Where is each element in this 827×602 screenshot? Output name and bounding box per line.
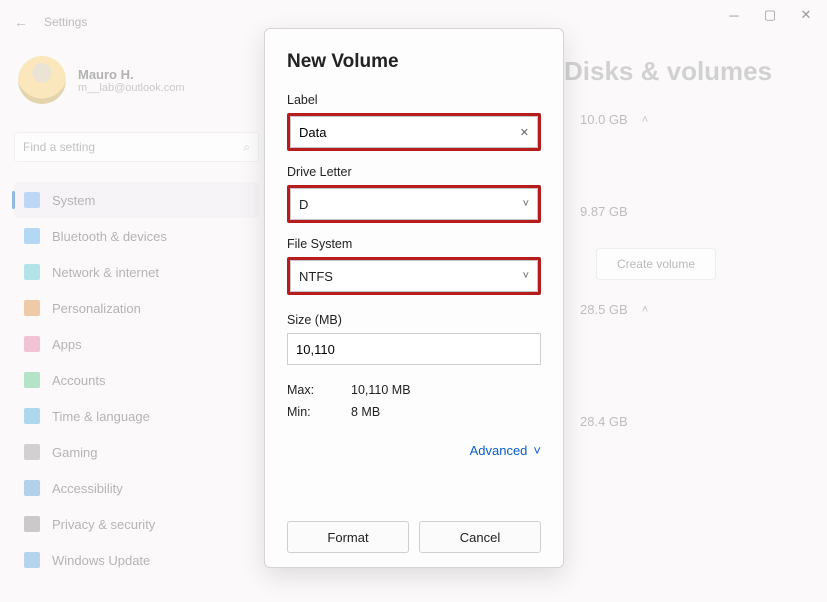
advanced-toggle[interactable]: Advanced ˅ <box>287 443 541 458</box>
file-system-value: NTFS <box>299 269 333 284</box>
size-input[interactable] <box>287 333 541 365</box>
chevron-down-icon: ˅ <box>523 198 529 210</box>
file-system-label: File System <box>287 237 541 251</box>
label-field-label: Label <box>287 93 541 107</box>
chevron-down-icon: ˅ <box>533 443 541 458</box>
max-value: 10,110 MB <box>351 383 411 397</box>
chevron-down-icon: ˅ <box>523 270 529 282</box>
advanced-label: Advanced <box>470 443 528 458</box>
drive-letter-value: D <box>299 197 308 212</box>
drive-letter-label: Drive Letter <box>287 165 541 179</box>
label-input[interactable] <box>299 125 483 140</box>
max-label: Max: <box>287 383 327 397</box>
min-label: Min: <box>287 405 327 419</box>
size-label: Size (MB) <box>287 313 541 327</box>
new-volume-dialog: New Volume Label ✕ Drive Letter D ˅ File… <box>264 28 564 568</box>
drive-letter-select[interactable]: D ˅ <box>290 188 538 220</box>
cancel-button[interactable]: Cancel <box>419 521 541 553</box>
file-system-select[interactable]: NTFS ˅ <box>290 260 538 292</box>
format-button[interactable]: Format <box>287 521 409 553</box>
clear-icon[interactable]: ✕ <box>520 126 529 139</box>
dialog-title: New Volume <box>287 51 541 73</box>
min-value: 8 MB <box>351 405 380 419</box>
